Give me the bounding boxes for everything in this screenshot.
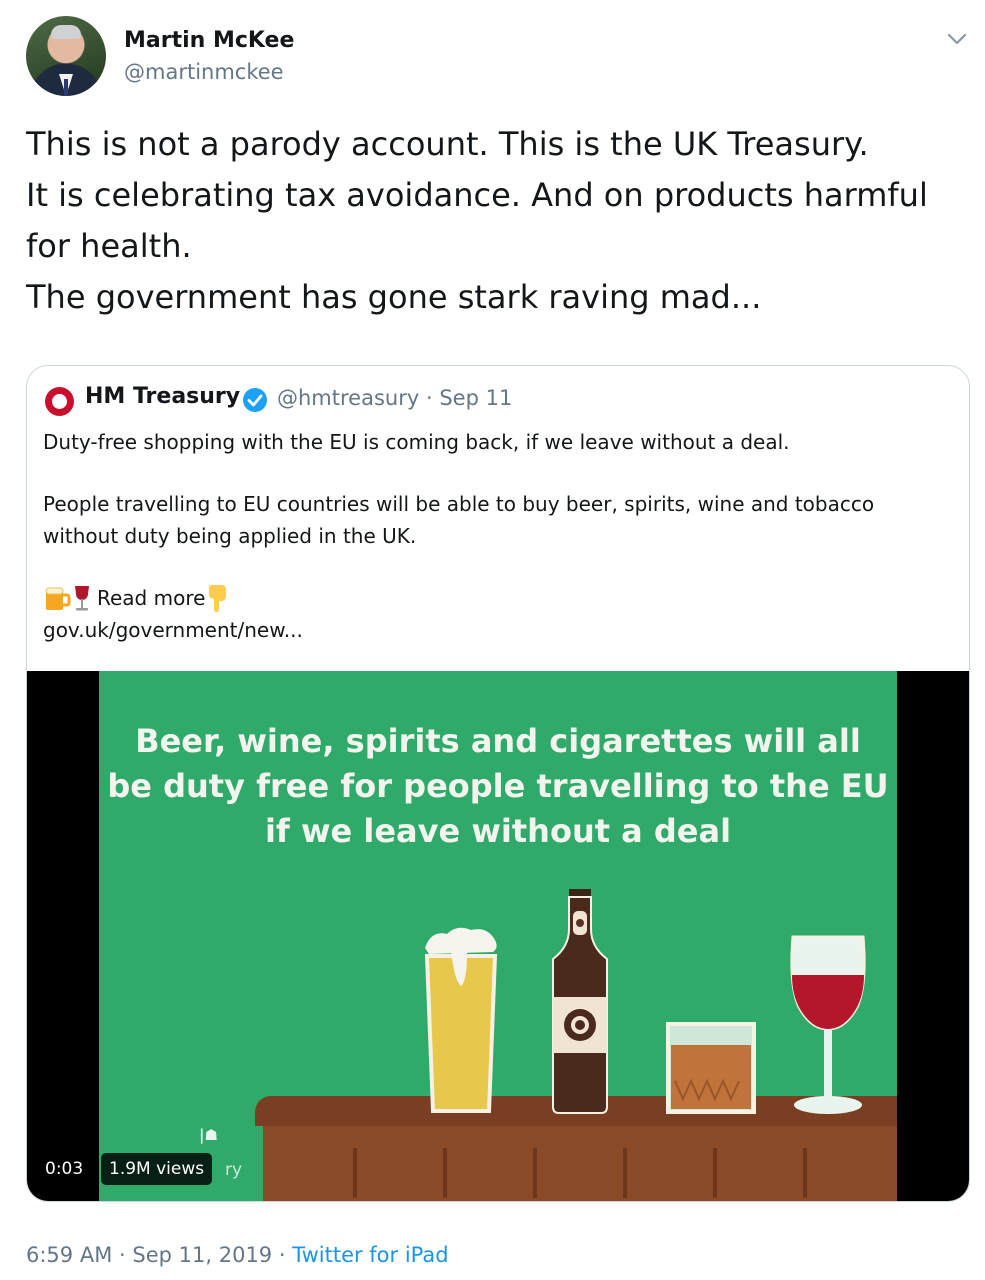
hm-treasury-logo-icon[interactable] <box>45 387 74 416</box>
quoted-paragraph-line: without duty being applied in the UK. <box>43 524 417 548</box>
quoted-handle[interactable]: @hmtreasury <box>277 386 419 410</box>
quoted-tweet[interactable]: HM Treasury @hmtreasury · Sep 11 Duty-fr… <box>26 365 970 1202</box>
beer-mug-icon <box>45 587 71 610</box>
tweet-footer: 6:59 AM · Sep 11, 2019 · Twitter for iPa… <box>26 1243 449 1267</box>
wine-glass-icon <box>75 586 89 611</box>
tweet-line: The government has gone stark raving mad… <box>26 278 762 316</box>
quoted-date[interactable]: Sep 11 <box>439 386 512 410</box>
pointing-down-icon <box>209 585 227 612</box>
read-more-link[interactable]: gov.uk/government/new... <box>43 614 955 646</box>
author-avatar[interactable] <box>26 16 106 96</box>
video-caption-line: be duty free for people travelling to th… <box>107 767 889 805</box>
meta-separator: · <box>278 1243 286 1267</box>
tweet-line: This is not a parody account. This is th… <box>26 125 869 163</box>
video-frame: Beer, wine, spirits and cigarettes will … <box>99 671 897 1201</box>
video-partial-text: ry <box>225 1160 243 1180</box>
video-player[interactable]: Beer, wine, spirits and cigarettes will … <box>27 671 969 1201</box>
verified-badge-icon <box>243 388 267 412</box>
tweet-line: It is celebrating tax avoidance. And on … <box>26 176 928 214</box>
beer-glass-illustration <box>424 927 498 1113</box>
video-caption-line: Beer, wine, spirits and cigarettes will … <box>135 722 861 760</box>
quoted-paragraph: People travelling to EU countries will b… <box>43 488 955 552</box>
quoted-meta: @hmtreasury · Sep 11 <box>277 386 512 410</box>
author-handle[interactable]: @martinmckee <box>124 60 284 84</box>
tweet-text: This is not a parody account. This is th… <box>26 119 976 323</box>
tweet-date[interactable]: Sep 11, 2019 <box>132 1243 272 1267</box>
meta-separator: · <box>119 1243 126 1267</box>
tweet-time[interactable]: 6:59 AM <box>26 1243 112 1267</box>
bar-front <box>263 1126 897 1201</box>
government-crest-icon: |☗ <box>199 1126 218 1144</box>
quoted-paragraph-line: People travelling to EU countries will b… <box>43 492 875 516</box>
tweet-line: for health. <box>26 227 192 265</box>
author-name[interactable]: Martin McKee <box>124 28 294 53</box>
video-time-badge: 0:03 <box>37 1153 92 1185</box>
tweet-source-link[interactable]: Twitter for iPad <box>292 1243 448 1267</box>
quoted-body: Duty-free shopping with the EU is coming… <box>43 426 955 646</box>
beer-bottle-illustration <box>552 889 608 1114</box>
chevron-down-icon[interactable] <box>943 28 971 50</box>
video-views-badge: 1.9M views <box>101 1153 213 1185</box>
video-caption: Beer, wine, spirits and cigarettes will … <box>99 719 897 854</box>
whisky-glass-illustration <box>666 1022 756 1114</box>
meta-separator: · <box>425 386 433 410</box>
read-more-line: Read more <box>43 582 955 614</box>
video-caption-line: if we leave without a deal <box>264 812 732 850</box>
read-more-text: Read more <box>97 586 206 610</box>
wine-glass-illustration <box>790 935 866 1114</box>
quoted-author-name[interactable]: HM Treasury <box>85 384 240 409</box>
quoted-paragraph: Duty-free shopping with the EU is coming… <box>43 430 790 454</box>
